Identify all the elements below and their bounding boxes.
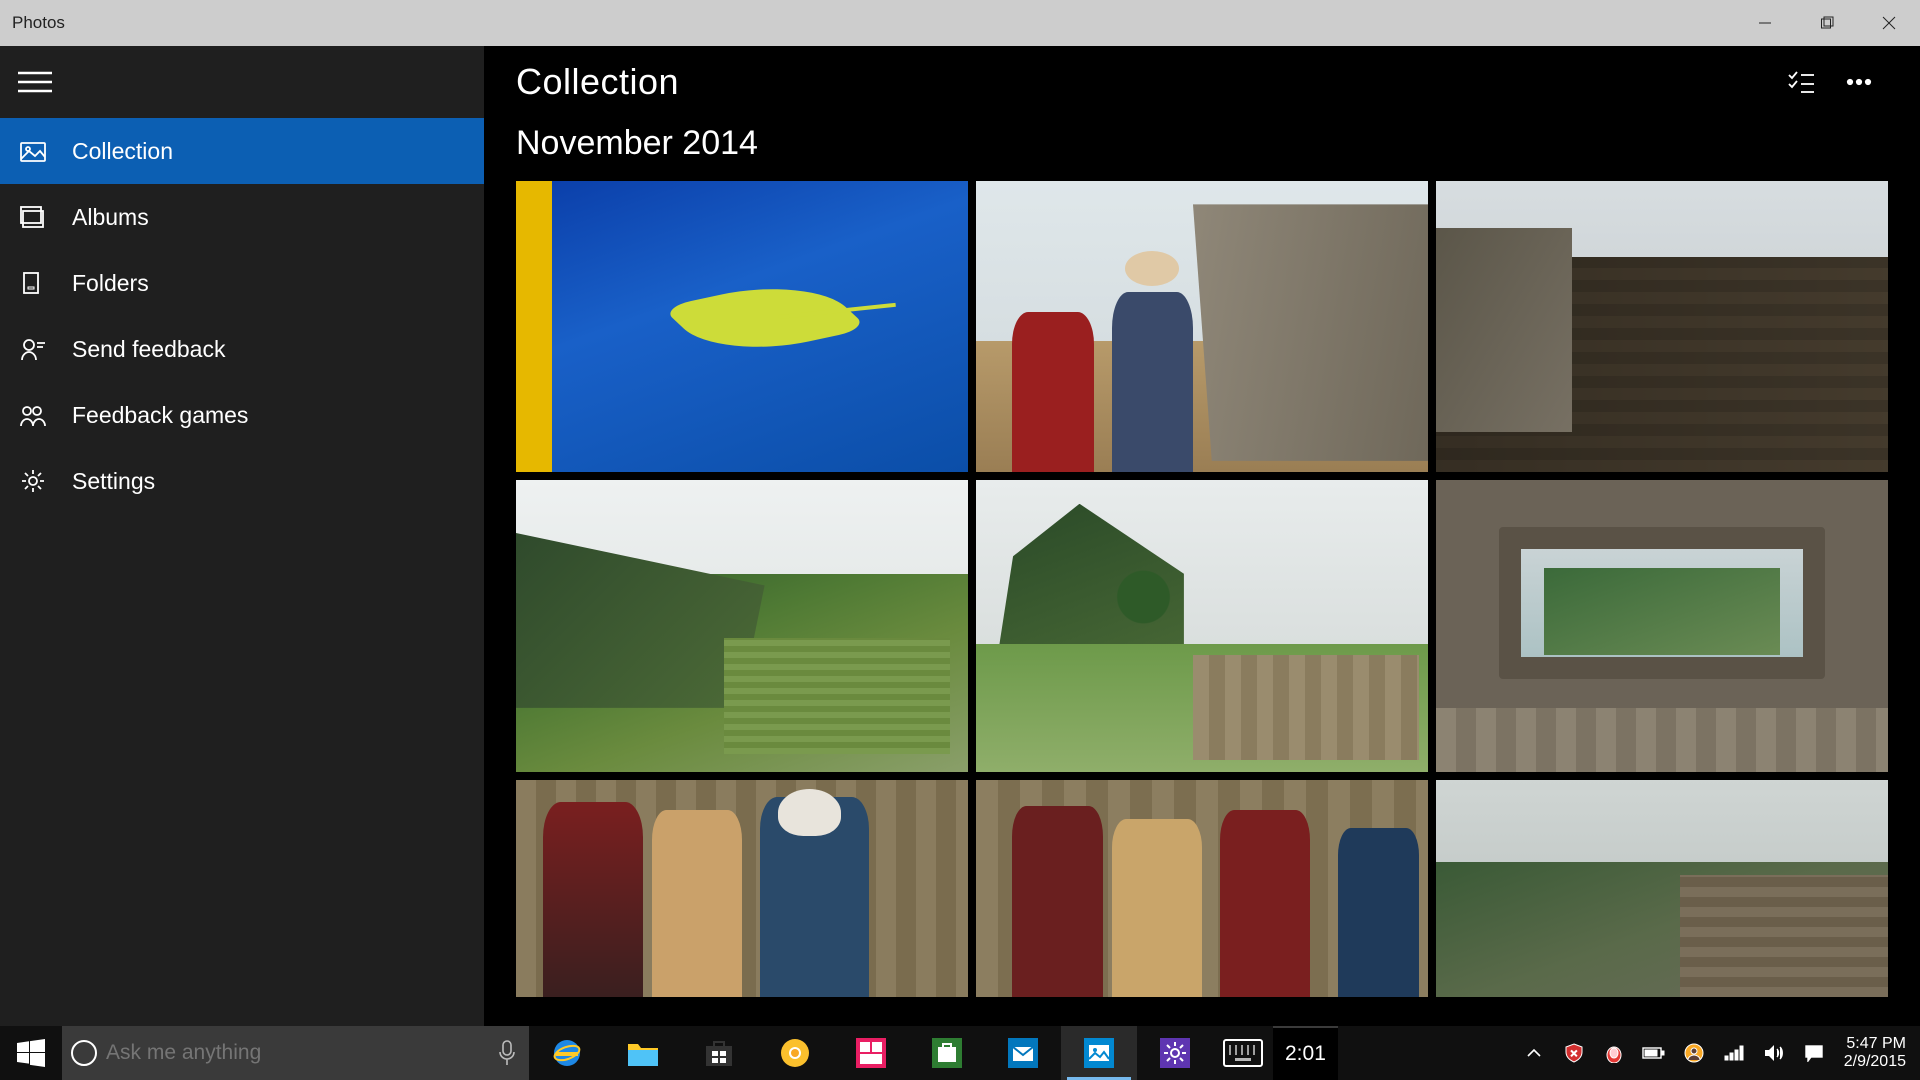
canary-icon <box>779 1037 811 1069</box>
hamburger-icon <box>18 70 52 94</box>
ie-icon <box>550 1036 584 1070</box>
tray-overflow-button[interactable] <box>1514 1048 1554 1058</box>
select-button[interactable] <box>1772 53 1830 111</box>
more-icon <box>1844 67 1874 97</box>
taskbar-app-chrome-canary[interactable] <box>757 1026 833 1080</box>
window-titlebar: Photos <box>0 0 1920 46</box>
tray-network-icon[interactable] <box>1714 1045 1754 1061</box>
sidebar-item-collection[interactable]: Collection <box>0 118 484 184</box>
taskbar-app-news[interactable] <box>833 1026 909 1080</box>
taskbar-app-store[interactable] <box>681 1026 757 1080</box>
photo-grid <box>484 181 1920 997</box>
taskbar-app-settings[interactable] <box>1137 1026 1213 1080</box>
content-header: Collection <box>484 46 1920 118</box>
photo-thumbnail[interactable] <box>1436 780 1888 997</box>
photo-thumbnail[interactable] <box>1436 480 1888 771</box>
close-button[interactable] <box>1858 0 1920 46</box>
photos-icon <box>1084 1038 1114 1068</box>
search-box[interactable] <box>62 1026 529 1080</box>
maximize-button[interactable] <box>1796 0 1858 46</box>
sidebar-item-label: Albums <box>72 204 149 231</box>
sidebar-item-label: Folders <box>72 270 149 297</box>
svg-text:✕: ✕ <box>1570 1049 1578 1060</box>
windows-icon <box>17 1039 45 1067</box>
taskbar-app-photos[interactable] <box>1061 1026 1137 1080</box>
sidebar-item-folders[interactable]: Folders <box>0 250 484 316</box>
folder-icon <box>626 1038 660 1068</box>
sidebar-item-albums[interactable]: Albums <box>0 184 484 250</box>
xbox-store-icon <box>932 1038 962 1068</box>
system-tray: ✕ 5:47 PM 2/9/2015 <box>1514 1026 1920 1080</box>
photo-thumbnail[interactable] <box>976 480 1428 771</box>
feedback-icon <box>18 334 48 364</box>
more-button[interactable] <box>1830 53 1888 111</box>
sidebar: Collection Albums Folders Send feedback … <box>0 46 484 1026</box>
photo-thumbnail[interactable] <box>516 480 968 771</box>
tray-power-icon[interactable] <box>1634 1045 1674 1061</box>
chevron-up-icon <box>1527 1048 1541 1058</box>
touch-keyboard-button[interactable] <box>1213 1026 1273 1080</box>
search-input[interactable] <box>106 1041 485 1065</box>
content-area: Collection November 2014 <box>484 46 1920 1026</box>
window-title: Photos <box>12 13 65 33</box>
taskbar: 2:01 ✕ 5:47 PM 2/9/2015 <box>0 1026 1920 1080</box>
sidebar-item-label: Send feedback <box>72 336 225 363</box>
sidebar-item-label: Feedback games <box>72 402 248 429</box>
hamburger-button[interactable] <box>0 46 484 118</box>
mic-icon[interactable] <box>485 1040 529 1066</box>
taskbar-clock[interactable]: 5:47 PM 2/9/2015 <box>1834 1035 1920 1072</box>
clock-time: 5:47 PM <box>1844 1035 1906 1053</box>
keyboard-icon <box>1223 1039 1263 1067</box>
date-group-header[interactable]: November 2014 <box>484 118 1920 181</box>
minimize-icon <box>1758 16 1772 30</box>
sidebar-item-label: Settings <box>72 468 155 495</box>
tray-notifications-icon[interactable] <box>1794 1044 1834 1062</box>
mail-icon <box>1008 1038 1038 1068</box>
tray-user-icon[interactable] <box>1674 1043 1714 1063</box>
taskbar-app-xbox[interactable] <box>909 1026 985 1080</box>
photo-thumbnail[interactable] <box>976 780 1428 997</box>
photo-thumbnail[interactable] <box>976 181 1428 472</box>
store-icon <box>704 1038 734 1068</box>
folders-icon <box>18 268 48 298</box>
albums-icon <box>18 202 48 232</box>
photo-thumbnail[interactable] <box>516 181 968 472</box>
tray-volume-icon[interactable] <box>1754 1044 1794 1062</box>
collection-icon <box>18 136 48 166</box>
clock-date: 2/9/2015 <box>1844 1053 1906 1071</box>
minimize-button[interactable] <box>1734 0 1796 46</box>
settings-icon <box>18 466 48 496</box>
tray-app-icon[interactable] <box>1594 1043 1634 1063</box>
secondary-clock[interactable]: 2:01 <box>1273 1026 1338 1080</box>
tile-icon <box>856 1038 886 1068</box>
photo-thumbnail[interactable] <box>516 780 968 997</box>
sidebar-item-send-feedback[interactable]: Send feedback <box>0 316 484 382</box>
photo-thumbnail[interactable] <box>1436 181 1888 472</box>
cortana-icon <box>62 1040 106 1066</box>
sidebar-item-settings[interactable]: Settings <box>0 448 484 514</box>
sidebar-item-feedback-games[interactable]: Feedback games <box>0 382 484 448</box>
close-icon <box>1882 16 1896 30</box>
taskbar-app-mail[interactable] <box>985 1026 1061 1080</box>
select-icon <box>1786 67 1816 97</box>
page-title: Collection <box>516 61 679 103</box>
taskbar-app-explorer[interactable] <box>605 1026 681 1080</box>
maximize-icon <box>1820 16 1834 30</box>
feedback-games-icon <box>18 400 48 430</box>
start-button[interactable] <box>0 1026 62 1080</box>
tray-security-icon[interactable]: ✕ <box>1554 1043 1594 1063</box>
sidebar-item-label: Collection <box>72 138 173 165</box>
gear-tile-icon <box>1160 1038 1190 1068</box>
taskbar-app-ie[interactable] <box>529 1026 605 1080</box>
